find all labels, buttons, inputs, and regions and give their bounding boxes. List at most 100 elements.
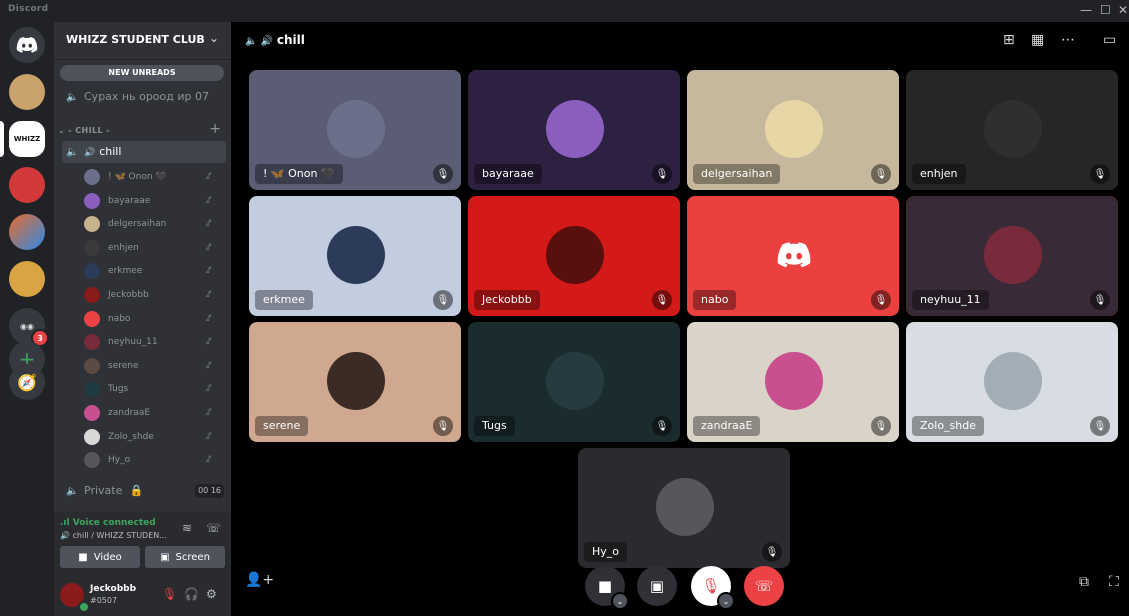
server-colorful-icon[interactable]	[9, 214, 45, 250]
voice-member[interactable]: nabo ♪̸	[84, 309, 224, 329]
mic-muted-icon: ♪̸	[206, 455, 212, 466]
close-window-button[interactable]: ✕	[1118, 3, 1128, 17]
maximize-button[interactable]: ☐	[1100, 3, 1111, 17]
member-name: nabo	[108, 313, 131, 324]
speaker-icon: 🔈	[66, 147, 79, 158]
minimize-button[interactable]: —	[1080, 3, 1092, 17]
participant-tile[interactable]: Jeckobbb 🎙	[468, 196, 680, 316]
participant-tile[interactable]: enhjen 🎙	[906, 70, 1118, 190]
screen-share-button[interactable]: ▣ Screen	[145, 546, 225, 568]
video-button[interactable]: ■ Video	[60, 546, 140, 568]
voice-member[interactable]: erkmee ♪̸	[84, 261, 224, 281]
chevron-down-icon: ⌄	[208, 31, 219, 45]
add-activity-icon[interactable]: ⊞	[1003, 32, 1015, 48]
participant-tile[interactable]: serene 🎙	[249, 322, 461, 442]
avatar	[327, 226, 385, 284]
layout-icon[interactable]: ▦	[1031, 32, 1044, 48]
category-chill[interactable]: ⌄ - CHILL -	[58, 126, 110, 135]
guild-header[interactable]: WHIZZ STUDENT CLUB ⌄	[54, 22, 231, 60]
participant-tile[interactable]: delgersaihan 🎙	[687, 70, 899, 190]
chevron-down-icon[interactable]: ⌄	[717, 592, 735, 610]
channel-label: Private	[84, 484, 123, 497]
channel-sidebar: WHIZZ STUDENT CLUB ⌄ NEW UNREADS 🔈 Сурах …	[54, 22, 231, 616]
voice-member[interactable]: serene ♪̸	[84, 356, 224, 376]
voice-member[interactable]: ! 🦋 Onon 🖤 ♪̸	[84, 167, 224, 187]
server-doge-icon[interactable]	[9, 261, 45, 297]
voice-member[interactable]: neyhuu_11 ♪̸	[84, 332, 224, 352]
mic-muted-icon: 🎙	[701, 577, 721, 595]
mic-muted-icon: ♪̸	[206, 195, 212, 206]
disconnect-button[interactable]: ☏	[744, 566, 784, 606]
participant-tile[interactable]: zandraaE 🎙	[687, 322, 899, 442]
participant-tile[interactable]: ! 🦋 Onon 🖤 🎙	[249, 70, 461, 190]
server-red-mask-icon[interactable]	[9, 167, 45, 203]
avatar	[546, 100, 604, 158]
participant-name: neyhuu_11	[912, 290, 989, 310]
voice-member[interactable]: Zolo_shde ♪̸	[84, 427, 224, 447]
signal-icon: .ıl	[60, 518, 73, 528]
avatar	[84, 192, 100, 209]
participant-name: Tugs	[474, 416, 515, 436]
voice-member[interactable]: zandraaE ♪̸	[84, 403, 224, 423]
popout-icon[interactable]: ⧉	[1079, 574, 1089, 590]
count-a: 00	[198, 486, 209, 495]
voice-member[interactable]: enhjen ♪̸	[84, 238, 224, 258]
add-channel-icon[interactable]: +	[209, 121, 221, 137]
voice-location: 🔊 chill / WHIZZ STUDEN...	[60, 531, 167, 540]
mic-muted-icon: ♪̸	[206, 266, 212, 277]
participant-name: bayaraae	[474, 164, 542, 184]
member-name: Tugs	[108, 384, 129, 395]
voice-member[interactable]: Jeckobbb ♪̸	[84, 285, 224, 305]
guild-name: WHIZZ STUDENT CLUB	[66, 33, 205, 46]
member-name: bayaraae	[108, 195, 151, 206]
participant-name: zandraaE	[693, 416, 761, 436]
disconnect-icon[interactable]: ☏	[206, 521, 221, 535]
participant-tile[interactable]: Zolo_shde 🎙	[906, 322, 1118, 442]
mic-muted-icon[interactable]: 🎙	[162, 587, 177, 601]
more-options-icon[interactable]: ⋯	[1061, 32, 1075, 48]
avatar	[656, 478, 714, 536]
mic-muted-icon: ♪̸	[206, 172, 212, 182]
avatar	[327, 352, 385, 410]
avatar	[84, 310, 100, 327]
gear-icon[interactable]: ⚙	[206, 587, 217, 601]
channel-label: Сурах нь ороод ир 07	[84, 90, 209, 103]
chat-toggle-icon[interactable]: ▭	[1103, 32, 1116, 48]
channel-title: chill	[276, 33, 305, 47]
fullscreen-icon[interactable]: ⛶	[1109, 574, 1119, 590]
share-screen-button[interactable]: ▣	[637, 566, 677, 606]
chevron-down-icon[interactable]: ⌄	[611, 592, 629, 610]
voice-member[interactable]: Hy_o ♪̸	[84, 450, 224, 470]
lock-icon: 🔒	[129, 484, 144, 497]
screen-label: Screen	[175, 551, 210, 563]
participant-tile[interactable]: Tugs 🎙	[468, 322, 680, 442]
user-panel: Jeckobbb #0507 🎙 🎧 ⚙	[54, 574, 231, 616]
voice-connection-panel: .ıl Voice connected 🔊 chill / WHIZZ STUD…	[54, 512, 231, 575]
channel-item-chill[interactable]: 🔈 🔊 chill	[62, 141, 226, 163]
headphones-icon[interactable]: 🎧	[184, 587, 199, 601]
noise-suppression-icon[interactable]: ≋	[182, 521, 192, 535]
participant-tile[interactable]: Hy_o 🎙	[578, 448, 790, 568]
avatar	[84, 287, 100, 303]
channel-item-private[interactable]: 🔈 Private 🔒 00 16	[62, 480, 226, 502]
voice-member[interactable]: Tugs ♪̸	[84, 379, 224, 399]
new-unreads-button[interactable]: NEW UNREADS	[60, 65, 224, 81]
participant-tile[interactable]: nabo 🎙	[687, 196, 899, 316]
voice-member[interactable]: bayaraae ♪̸	[84, 191, 224, 211]
invite-user-icon[interactable]: 👤+	[245, 572, 274, 588]
server-whizz-icon[interactable]: WHIZZ	[9, 121, 45, 157]
active-server-indicator	[0, 121, 4, 157]
user-name: Jeckobbb	[90, 584, 137, 594]
voice-status-label: Voice connected	[72, 518, 156, 528]
server-avatar-icon[interactable]	[9, 74, 45, 110]
participant-tile[interactable]: erkmee 🎙	[249, 196, 461, 316]
participant-tile[interactable]: bayaraae 🎙	[468, 70, 680, 190]
mic-muted-icon: 🎙	[433, 290, 453, 310]
discord-home-icon[interactable]	[9, 27, 45, 63]
voice-member[interactable]: delgersaihan ♪̸	[84, 214, 224, 234]
channel-item-surah[interactable]: 🔈 Сурах нь ороод ир 07	[62, 86, 226, 108]
voice-user-count: 00 16	[195, 484, 224, 498]
participant-tile[interactable]: neyhuu_11 🎙	[906, 196, 1118, 316]
explore-servers-button[interactable]: 🧭	[9, 364, 45, 400]
mic-muted-icon: ♪̸	[206, 431, 212, 442]
